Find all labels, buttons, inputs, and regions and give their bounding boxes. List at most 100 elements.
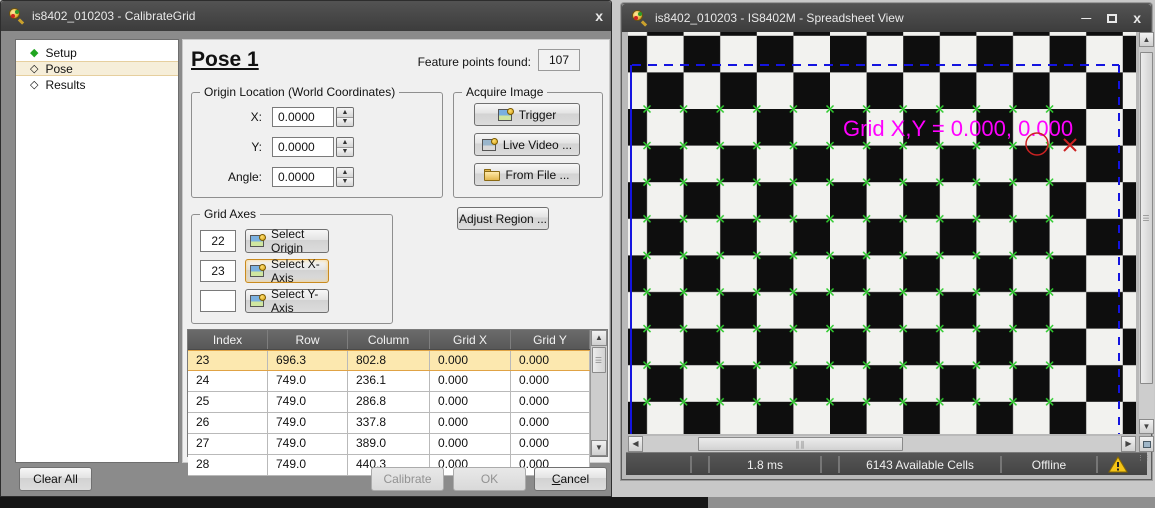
desktop: is8402_010203 - CalibrateGrid x ◆ Setup …: [0, 0, 1155, 508]
table-scrollbar[interactable]: ▲ ☰ ▼: [590, 330, 607, 456]
scroll-up-icon[interactable]: ▲: [591, 330, 607, 346]
cell-grid-y: 0.000: [511, 371, 590, 391]
column-header[interactable]: Grid X: [430, 330, 511, 349]
calibration-image[interactable]: Grid X,Y = 0.000, 0.000: [628, 32, 1136, 434]
tree-item-label: Pose: [45, 62, 72, 76]
status-empty-segment: [693, 464, 707, 465]
cell-column: 286.8: [348, 392, 430, 412]
y-axis-cell-field[interactable]: [200, 290, 236, 312]
from-file-icon: [484, 169, 500, 181]
scrollbar-thumb[interactable]: ∥∥: [698, 437, 903, 451]
x-axis-cell-field[interactable]: 23: [200, 260, 236, 282]
spin-down-icon[interactable]: ▼: [337, 148, 353, 157]
spin-up-icon[interactable]: ▲: [337, 138, 353, 148]
button-label: Live Video ...: [503, 138, 572, 152]
minimize-icon[interactable]: —: [1081, 13, 1091, 24]
angle-input[interactable]: 0.0000: [272, 167, 334, 187]
scroll-right-icon[interactable]: ▶: [1121, 436, 1136, 452]
scroll-down-icon[interactable]: ▼: [1139, 419, 1154, 434]
spin-down-icon[interactable]: ▼: [337, 118, 353, 127]
scrollbar-thumb[interactable]: ☰: [1140, 52, 1153, 384]
clear-all-button[interactable]: Clear All: [19, 467, 92, 491]
column-header[interactable]: Grid Y: [511, 330, 590, 349]
horizontal-scrollbar[interactable]: ◀ ∥∥ ▶: [628, 436, 1136, 452]
y-label: Y:: [202, 140, 262, 154]
live-video-button[interactable]: Live Video ...: [474, 133, 580, 156]
cell-grid-y: 0.000: [511, 392, 590, 412]
resize-grip[interactable]: ⋮⋮: [1137, 457, 1147, 475]
dialog-titlebar[interactable]: is8402_010203 - CalibrateGrid x: [1, 1, 611, 31]
tree-item-setup[interactable]: ◆ Setup: [16, 45, 178, 60]
button-label: Clear All: [33, 472, 78, 486]
step-tree: ◆ Setup ◇ Pose ◇ Results: [15, 39, 179, 463]
select-origin-button[interactable]: Select Origin: [245, 229, 329, 253]
table-row[interactable]: 24 749.0 236.1 0.000 0.000: [188, 371, 590, 392]
checkerboard-image: Grid X,Y = 0.000, 0.000: [628, 32, 1136, 434]
button-label: Calibrate: [383, 472, 431, 486]
column-header[interactable]: Row: [268, 330, 348, 349]
button-label: Cancel: [552, 472, 589, 486]
x-spinner[interactable]: ▲▼: [336, 107, 354, 127]
table-row[interactable]: 23 696.3 802.8 0.000 0.000: [188, 350, 590, 371]
filled-diamond-icon: ◆: [30, 46, 38, 59]
column-header[interactable]: Index: [188, 330, 268, 349]
ok-button[interactable]: OK: [453, 467, 526, 491]
window-titlebar[interactable]: is8402_010203 - IS8402M - Spreadsheet Vi…: [622, 4, 1151, 32]
scroll-down-icon[interactable]: ▼: [591, 440, 607, 456]
origin-cell-field[interactable]: 22: [200, 230, 236, 252]
trigger-button[interactable]: Trigger: [474, 103, 580, 126]
close-icon[interactable]: x: [595, 8, 603, 24]
calibrate-button[interactable]: Calibrate: [371, 467, 444, 491]
maximize-icon[interactable]: [1107, 14, 1117, 23]
cell-grid-y: 0.000: [511, 434, 590, 454]
select-x-axis-button[interactable]: Select X-Axis: [245, 259, 329, 283]
close-icon[interactable]: x: [1133, 10, 1141, 26]
adjust-region-button[interactable]: Adjust Region ...: [457, 207, 549, 230]
y-input[interactable]: 0.0000: [272, 137, 334, 157]
group-title: Grid Axes: [200, 207, 260, 221]
cell-index: 27: [188, 434, 268, 454]
calibrate-grid-dialog: is8402_010203 - CalibrateGrid x ◆ Setup …: [0, 0, 612, 497]
spin-up-icon[interactable]: ▲: [337, 168, 353, 178]
cell-row: 749.0: [268, 392, 348, 412]
from-file-button[interactable]: From File ...: [474, 163, 580, 186]
tree-item-results[interactable]: ◇ Results: [16, 77, 178, 92]
angle-spinner[interactable]: ▲▼: [336, 167, 354, 187]
vertical-scrollbar[interactable]: ▲ ☰ ▼: [1139, 32, 1154, 434]
cell-grid-y: 0.000: [511, 351, 590, 370]
tree-item-pose[interactable]: ◇ Pose: [16, 61, 178, 76]
dialog-title: is8402_010203 - CalibrateGrid: [32, 9, 195, 23]
y-spinner[interactable]: ▲▼: [336, 137, 354, 157]
acquisition-time: 1.8 ms: [711, 457, 819, 472]
cell-index: 26: [188, 413, 268, 433]
table-header-row: Index Row Column Grid X Grid Y: [188, 330, 590, 350]
scroll-left-icon[interactable]: ◀: [628, 436, 643, 452]
cell-row: 749.0: [268, 371, 348, 391]
view-toggle-button[interactable]: [1139, 436, 1154, 452]
group-title: Origin Location (World Coordinates): [200, 85, 399, 99]
x-input[interactable]: 0.0000: [272, 107, 334, 127]
angle-label: Angle:: [202, 170, 262, 184]
live-video-icon: [482, 138, 498, 152]
connection-status: Offline: [1003, 457, 1095, 472]
select-y-axis-button[interactable]: Select Y-Axis: [245, 289, 329, 313]
button-label: Trigger: [519, 108, 557, 122]
column-header[interactable]: Column: [348, 330, 430, 349]
table-row[interactable]: 27 749.0 389.0 0.000 0.000: [188, 434, 590, 455]
page-title: Pose 1: [191, 48, 259, 72]
cancel-button[interactable]: Cancel: [534, 467, 607, 491]
table-row[interactable]: 26 749.0 337.8 0.000 0.000: [188, 413, 590, 434]
spin-up-icon[interactable]: ▲: [337, 108, 353, 118]
feature-points-value: 107: [538, 49, 580, 71]
status-warning-segment[interactable]: [1099, 456, 1137, 473]
table-row[interactable]: 25 749.0 286.8 0.000 0.000: [188, 392, 590, 413]
acquire-image-group: Acquire Image Trigger Live Video ... Fro…: [453, 92, 603, 198]
scrollbar-thumb[interactable]: ☰: [592, 347, 606, 373]
cell-grid-x: 0.000: [430, 351, 511, 370]
cell-row: 749.0: [268, 413, 348, 433]
cell-grid-x: 0.000: [430, 434, 511, 454]
button-label: Select Y-Axis: [271, 287, 328, 315]
spreadsheet-view-window: is8402_010203 - IS8402M - Spreadsheet Vi…: [621, 3, 1152, 480]
spin-down-icon[interactable]: ▼: [337, 178, 353, 187]
scroll-up-icon[interactable]: ▲: [1139, 32, 1154, 47]
